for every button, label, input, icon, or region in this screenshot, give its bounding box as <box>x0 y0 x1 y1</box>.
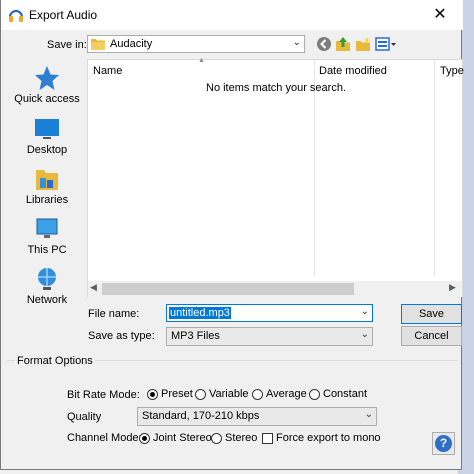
scroll-left-icon[interactable]: ◀ <box>90 282 97 293</box>
quality-label: Quality <box>67 411 102 423</box>
chevron-down-icon: ⌄ <box>364 409 373 420</box>
save-as-type-label: Save as type: <box>88 330 155 342</box>
horizontal-scrollbar[interactable]: ◀ ▶ <box>88 281 462 297</box>
bitrate-preset-radio[interactable] <box>147 389 158 400</box>
file-name-label: File name: <box>88 308 140 320</box>
new-folder-icon[interactable] <box>355 36 371 52</box>
channel-stereo-label[interactable]: Stereo <box>225 432 257 444</box>
force-mono-label[interactable]: Force export to mono <box>276 432 381 444</box>
sort-ascending-icon: ▲ <box>198 57 205 64</box>
place-libraries[interactable]: Libraries <box>9 166 85 206</box>
computer-icon <box>36 218 58 238</box>
bitrate-constant-label[interactable]: Constant <box>323 388 367 400</box>
star-icon <box>35 66 59 90</box>
bitrate-preset-label[interactable]: Preset <box>161 388 193 400</box>
save-as-type-select[interactable]: MP3 Files ⌄ <box>166 327 373 346</box>
file-name-input[interactable]: untitled.mp3 ⌄ <box>166 304 373 322</box>
scroll-right-icon[interactable]: ▶ <box>449 282 456 293</box>
places-bar: Quick access Desktop Libraries This PC N… <box>9 59 85 306</box>
channel-stereo-radio[interactable] <box>211 433 222 444</box>
bitrate-variable-label[interactable]: Variable <box>209 388 249 400</box>
column-header-date-modified[interactable]: Date modified <box>319 65 387 77</box>
channel-mode-label: Channel Mode: <box>67 432 142 444</box>
cancel-button[interactable]: Cancel <box>401 326 462 346</box>
place-network[interactable]: Network <box>9 266 85 306</box>
save-in-dropdown[interactable]: Audacity ⌄ <box>87 35 305 53</box>
column-header-name[interactable]: Name <box>93 65 122 77</box>
back-icon[interactable] <box>316 36 332 52</box>
window-title: Export Audio <box>29 8 98 22</box>
file-list[interactable]: ▲ Name Date modified Type No items match… <box>87 57 464 297</box>
folder-icon <box>91 39 105 50</box>
desktop-icon <box>35 119 59 139</box>
place-quick-access[interactable]: Quick access <box>9 65 85 105</box>
place-label: Quick access <box>14 93 80 105</box>
bitrate-average-label[interactable]: Average <box>266 388 307 400</box>
save-in-folder-name: Audacity <box>110 38 153 50</box>
chevron-down-icon: ⌄ <box>292 37 301 48</box>
quality-select[interactable]: Standard, 170-210 kbps ⌄ <box>137 407 377 426</box>
help-button[interactable]: ? <box>432 432 455 455</box>
help-icon: ? <box>435 435 452 452</box>
close-icon: ✕ <box>433 6 447 23</box>
export-audio-dialog: Export Audio ✕ Save in: Audacity ⌄ Quick… <box>0 0 464 470</box>
place-label: This PC <box>27 244 67 256</box>
scrollbar-thumb[interactable] <box>102 283 354 295</box>
up-folder-icon[interactable] <box>335 36 351 52</box>
save-in-label: Save in: <box>47 39 87 51</box>
bitrate-variable-radio[interactable] <box>195 389 206 400</box>
force-mono-checkbox[interactable] <box>262 433 273 444</box>
place-desktop[interactable]: Desktop <box>9 116 85 156</box>
close-button[interactable]: ✕ <box>429 4 451 26</box>
network-icon <box>38 268 56 290</box>
place-this-pc[interactable]: This PC <box>9 216 85 256</box>
place-label: Libraries <box>25 194 69 206</box>
headphones-icon <box>9 10 23 22</box>
bit-rate-mode-label: Bit Rate Mode: <box>67 389 140 401</box>
title-bar: Export Audio ✕ <box>1 0 463 30</box>
format-options-legend: Format Options <box>15 355 95 367</box>
bitrate-constant-radio[interactable] <box>309 389 320 400</box>
save-as-type-value: MP3 Files <box>171 330 220 342</box>
channel-joint-stereo-radio[interactable] <box>139 433 150 444</box>
save-button[interactable]: Save <box>401 304 462 324</box>
chevron-down-icon: ⌄ <box>360 329 369 340</box>
file-name-value: untitled.mp3 <box>169 307 231 319</box>
chevron-down-icon[interactable]: ⌄ <box>361 306 369 317</box>
empty-list-message: No items match your search. <box>206 82 346 94</box>
bitrate-average-radio[interactable] <box>252 389 263 400</box>
column-header-type[interactable]: Type <box>440 65 464 77</box>
libraries-icon <box>36 170 58 190</box>
quality-value: Standard, 170-210 kbps <box>142 410 260 422</box>
channel-joint-stereo-label[interactable]: Joint Stereo <box>153 432 212 444</box>
place-label: Network <box>26 294 68 306</box>
place-label: Desktop <box>26 144 68 156</box>
view-menu-icon[interactable] <box>375 36 397 52</box>
